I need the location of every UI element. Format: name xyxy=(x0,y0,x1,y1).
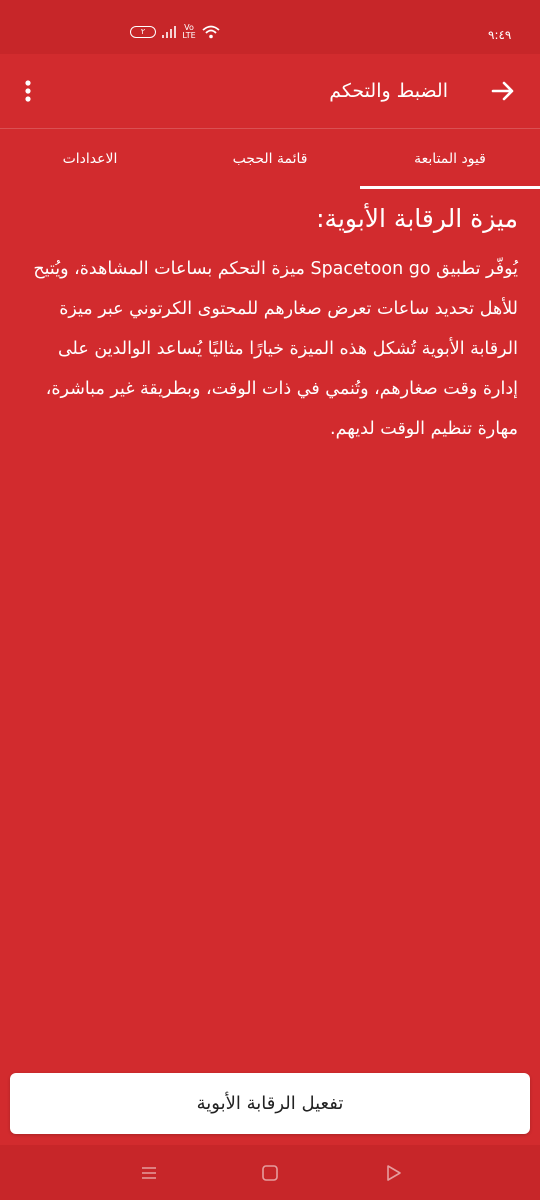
description-text: يُوفّر تطبيق Spacetoon go ميزة التحكم بس… xyxy=(33,259,518,439)
status-time: ٩:٤٩ xyxy=(488,28,512,42)
tab-follow-restrictions[interactable]: قيود المتابعة xyxy=(360,129,540,189)
tab-bar: قيود المتابعة قائمة الحجب الاعدادات xyxy=(0,128,540,189)
tab-settings[interactable]: الاعدادات xyxy=(0,129,180,189)
back-triangle-icon[interactable] xyxy=(382,1162,404,1184)
system-nav-bar xyxy=(0,1145,540,1200)
activate-parental-control-button[interactable]: تفعيل الرقابة الأبوية xyxy=(10,1073,530,1134)
wifi-icon xyxy=(202,25,220,39)
app-bar: الضبط والتحكم xyxy=(0,54,540,128)
tab-block-list[interactable]: قائمة الحجب xyxy=(180,129,360,189)
section-heading: ميزة الرقابة الأبوية: xyxy=(316,204,518,233)
battery-level: ٢ xyxy=(140,27,146,36)
recents-icon[interactable] xyxy=(138,1162,160,1184)
arrow-right-icon[interactable] xyxy=(488,76,518,106)
signal-icon xyxy=(162,26,176,38)
home-icon[interactable] xyxy=(259,1162,281,1184)
status-bar: ٢ Vo LTE ٩:٤٩ xyxy=(0,0,540,54)
content-section: ميزة الرقابة الأبوية: يُوفّر تطبيق Space… xyxy=(18,200,518,449)
status-icons: ٢ Vo LTE xyxy=(130,24,220,40)
more-vertical-icon[interactable] xyxy=(18,76,38,106)
battery-icon: ٢ xyxy=(130,26,156,38)
page-title: الضبط والتحكم xyxy=(329,80,448,102)
lte-icon: Vo LTE xyxy=(182,23,196,40)
